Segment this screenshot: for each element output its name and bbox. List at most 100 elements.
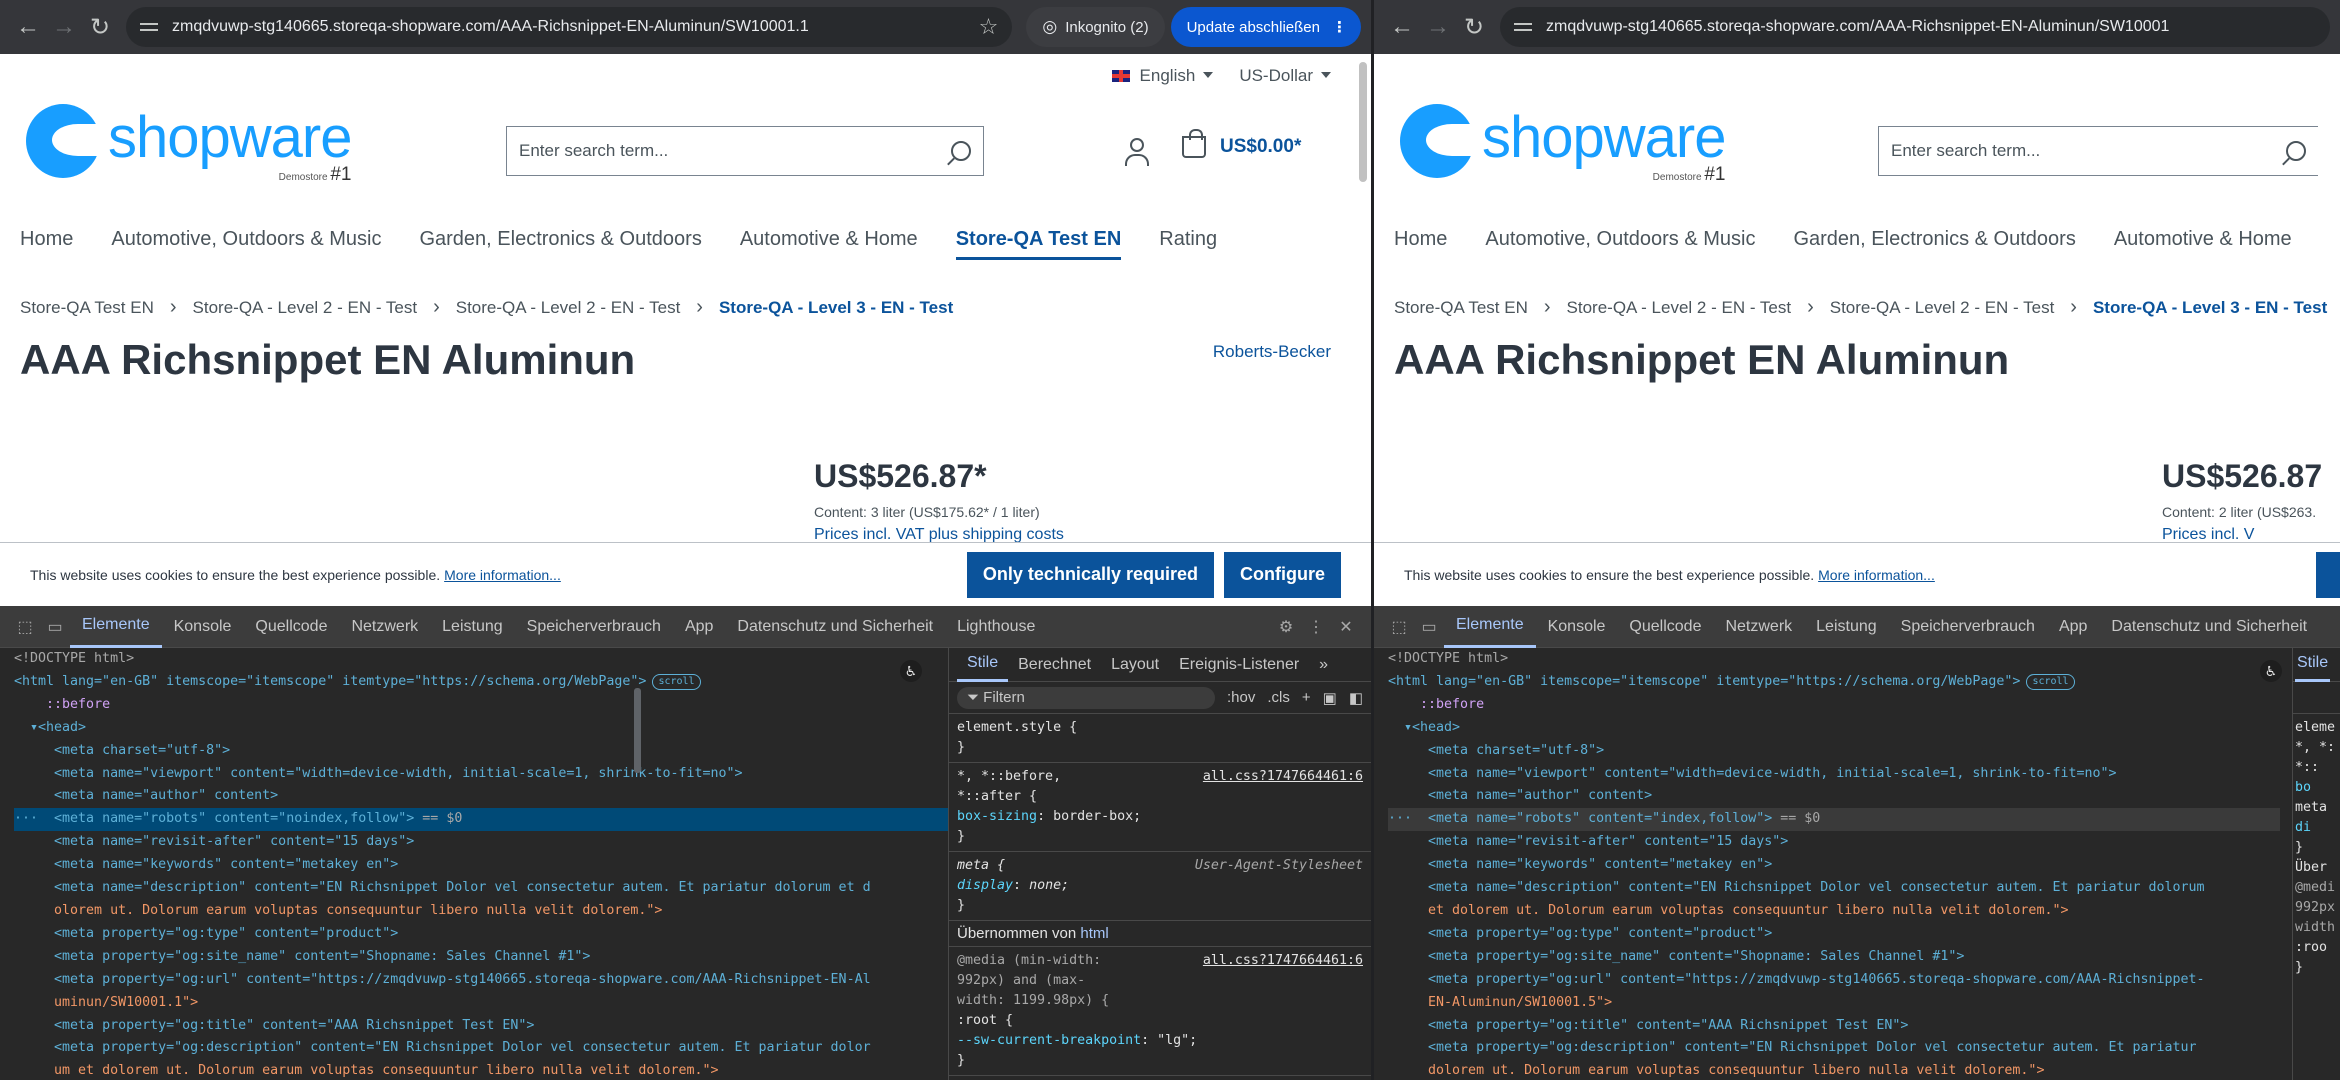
tab-speicherverbrauch[interactable]: Speicherverbrauch (515, 606, 673, 648)
add-rule-icon[interactable]: + (1302, 689, 1311, 706)
code-line[interactable]: <meta name="description" content="EN Ric… (14, 877, 948, 900)
address-url[interactable]: zmqdvuwp-stg140665.storeqa-shopware.com/… (172, 18, 969, 36)
tab-ereignis-listener[interactable]: Ereignis-Listener (1169, 648, 1309, 682)
code-line[interactable]: <meta name="viewport" content="width=dev… (1388, 763, 2280, 786)
tab-berechnet[interactable]: Berechnet (1008, 648, 1101, 682)
tab-lighthouse[interactable]: Lighthouse (945, 606, 1047, 648)
hov-toggle[interactable]: :hov (1227, 689, 1255, 706)
back-icon[interactable]: ← (10, 9, 46, 45)
scroll-badge[interactable]: scroll (652, 673, 701, 690)
more-tabs-icon[interactable]: » (1309, 648, 1338, 682)
tab-leistung[interactable]: Leistung (1804, 606, 1889, 648)
tab-app[interactable]: App (2047, 606, 2099, 648)
device-toolbar-icon[interactable]: ▭ (40, 617, 70, 637)
code-line[interactable]: <meta property="og:type" content="produc… (14, 923, 948, 946)
code-line[interactable]: <meta name="author" content> (14, 785, 948, 808)
currency-select[interactable]: US-Dollar (1239, 66, 1331, 86)
code-line[interactable]: <meta name="keywords" content="metakey e… (1388, 854, 2280, 877)
breadcrumb-item[interactable]: Store-QA Test EN (1394, 298, 1528, 318)
search-input[interactable]: Enter search term... (1878, 126, 2318, 176)
tab-netzwerk[interactable]: Netzwerk (1713, 606, 1804, 648)
code-line[interactable]: <meta property="og:site_name" content="S… (14, 946, 948, 969)
inspect-element-icon[interactable]: ⬚ (1384, 617, 1414, 637)
back-icon[interactable]: ← (1384, 9, 1420, 45)
shopware-logo[interactable]: shopware Demostore #1 (26, 104, 352, 185)
breadcrumb-item[interactable]: Store-QA - Level 2 - EN - Test (193, 298, 418, 318)
nav-item-garden-electronics-outdoors[interactable]: Garden, Electronics & Outdoors (1793, 228, 2075, 251)
code-line[interactable]: <meta name="viewport" content="width=dev… (14, 763, 948, 786)
tab-datenschutz[interactable]: Datenschutz und Sicherheit (725, 606, 945, 648)
rule-source-link[interactable]: all.css?1747664461:6 (1203, 767, 1363, 787)
code-line[interactable]: <meta name="description" content="EN Ric… (1388, 877, 2280, 900)
tab-quellcode[interactable]: Quellcode (243, 606, 339, 648)
page-scrollbar[interactable] (1359, 62, 1367, 182)
code-line[interactable]: <meta name="revisit-after" content="15 d… (14, 831, 948, 854)
tab-speicherverbrauch[interactable]: Speicherverbrauch (1889, 606, 2047, 648)
elements-scrollbar[interactable] (632, 648, 644, 1080)
cart-button[interactable]: US$0.00* (1182, 129, 1301, 158)
device-toolbar-icon[interactable]: ▭ (1414, 617, 1444, 637)
manufacturer-link[interactable]: Roberts-Becker (1213, 342, 1331, 362)
nav-item-home[interactable]: Home (20, 228, 73, 260)
cookie-more-link[interactable]: More information... (444, 567, 561, 583)
code-line-selected[interactable]: ··· <meta name="robots" content="noindex… (14, 808, 948, 832)
breadcrumb-current[interactable]: Store-QA - Level 3 - EN - Test (2093, 298, 2327, 318)
computed-toggle-icon[interactable]: ▣ (1323, 689, 1337, 707)
accessibility-icon[interactable]: ♿ (2260, 660, 2282, 682)
settings-gear-icon[interactable]: ⚙ (1271, 617, 1301, 637)
code-line[interactable]: <!DOCTYPE html> (1388, 648, 2280, 671)
inherited-tag[interactable]: html (1080, 925, 1108, 942)
reload-icon[interactable]: ↻ (82, 9, 118, 45)
code-line[interactable]: <meta property="og:title" content="AAA R… (14, 1015, 948, 1038)
tab-datenschutz[interactable]: Datenschutz und Sicherheit (2099, 606, 2319, 648)
css-property[interactable]: --sw-current-breakpoint (957, 1033, 1141, 1048)
close-icon[interactable]: ✕ (1331, 617, 1361, 637)
search-icon[interactable] (951, 141, 971, 161)
incognito-badge[interactable]: ◎ Inkognito (2) (1026, 7, 1165, 47)
tab-layout[interactable]: Layout (1101, 648, 1169, 682)
tab-netzwerk[interactable]: Netzwerk (339, 606, 430, 648)
code-line[interactable]: <meta property="og:title" content="AAA R… (1388, 1015, 2280, 1038)
code-line[interactable]: dolorem ut. Dolorum earum voluptas conse… (1388, 1060, 2280, 1080)
more-options-icon[interactable]: ⋮ (1301, 617, 1331, 637)
code-line[interactable]: EN-Aluminun/SW10001.5"> (1388, 992, 2280, 1015)
code-line[interactable]: <meta charset="utf-8"> (14, 740, 948, 763)
breadcrumb-item[interactable]: Store-QA - Level 2 - EN - Test (1567, 298, 1792, 318)
tab-konsole[interactable]: Konsole (162, 606, 244, 648)
breadcrumb-current[interactable]: Store-QA - Level 3 - EN - Test (719, 298, 953, 318)
accessibility-icon[interactable]: ♿ (900, 660, 922, 682)
tab-elemente[interactable]: Elemente (1444, 606, 1536, 648)
configure-button[interactable]: Configure (1224, 551, 1341, 598)
tab-stile[interactable]: Stile (2295, 648, 2331, 682)
address-url[interactable]: zmqdvuwp-stg140665.storeqa-shopware.com/… (1546, 18, 2316, 36)
reload-icon[interactable]: ↻ (1456, 9, 1492, 45)
code-line[interactable]: ▾<head> (14, 717, 948, 740)
code-line[interactable]: <meta name="author" content> (1388, 785, 2280, 808)
bookmark-star-icon[interactable]: ☆ (979, 14, 999, 40)
code-line[interactable]: <meta name="keywords" content="metakey e… (14, 854, 948, 877)
code-line[interactable]: <html lang="en-GB" itemscope="itemscope"… (1388, 671, 2280, 694)
code-line-hovered[interactable]: ··· <meta name="robots" content="index,f… (1388, 808, 2280, 832)
nav-item-automotive-home[interactable]: Automotive & Home (2114, 228, 2292, 251)
css-value[interactable]: border-box; (1053, 809, 1141, 824)
breadcrumb-item[interactable]: Store-QA Test EN (20, 298, 154, 318)
inspect-element-icon[interactable]: ⬚ (10, 617, 40, 637)
forward-icon[interactable]: → (1420, 9, 1456, 45)
tab-elemente[interactable]: Elemente (70, 606, 162, 648)
code-line[interactable]: uminun/SW10001.1"> (14, 992, 948, 1015)
tab-konsole[interactable]: Konsole (1536, 606, 1618, 648)
code-line[interactable]: et dolorem ut. Dolorum earum voluptas co… (1388, 900, 2280, 923)
code-line[interactable]: <meta property="og:description" content=… (14, 1037, 948, 1060)
code-line[interactable]: <html lang="en-GB" itemscope="itemscope"… (14, 671, 948, 694)
nav-item-garden-electronics-outdoors[interactable]: Garden, Electronics & Outdoors (419, 228, 701, 260)
scroll-badge[interactable]: scroll (2026, 673, 2075, 690)
code-line[interactable]: <meta name="revisit-after" content="15 d… (1388, 831, 2280, 854)
forward-icon[interactable]: → (46, 9, 82, 45)
nav-item-rating[interactable]: Rating (1159, 228, 1217, 260)
css-property[interactable]: box-sizing (957, 809, 1037, 824)
tab-stile[interactable]: Stile (957, 648, 1009, 682)
tab-leistung[interactable]: Leistung (430, 606, 515, 648)
tab-app[interactable]: App (673, 606, 725, 648)
code-line[interactable]: <meta property="og:description" content=… (1388, 1037, 2280, 1060)
breadcrumb-item[interactable]: Store-QA - Level 2 - EN - Test (1830, 298, 2055, 318)
